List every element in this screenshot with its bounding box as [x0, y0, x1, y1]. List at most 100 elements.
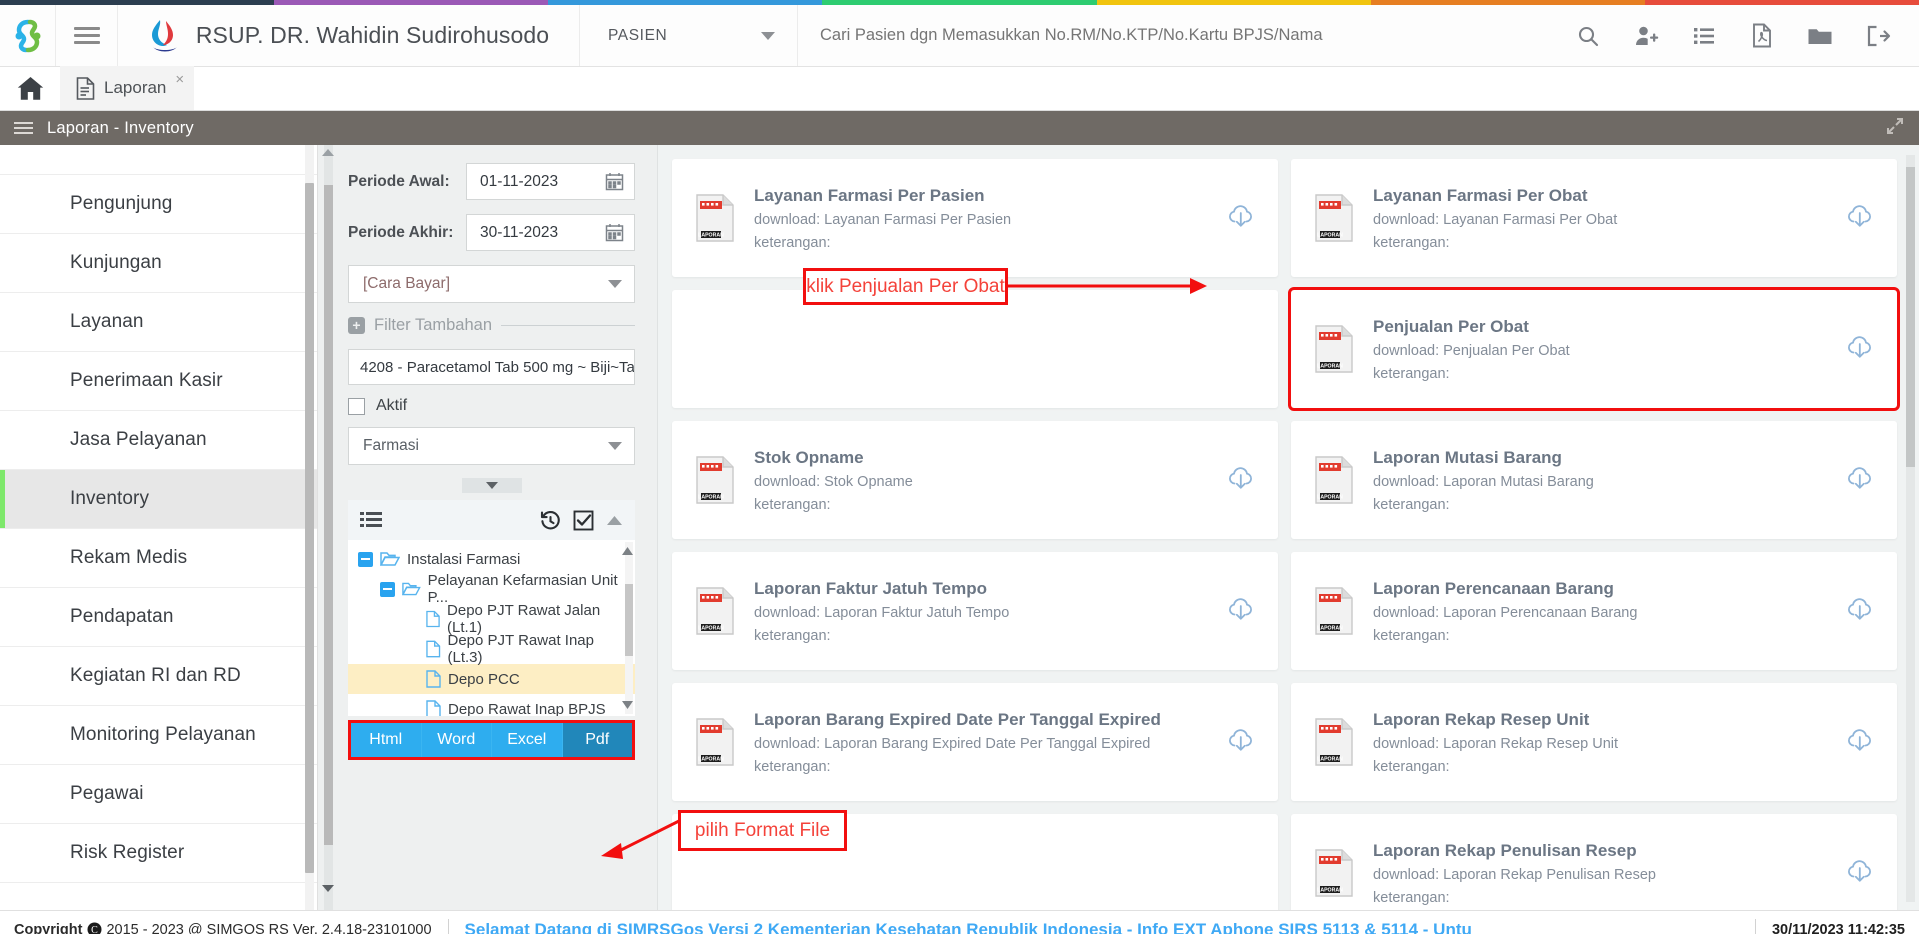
periode-awal-input[interactable]: 01-11-2023 [466, 163, 635, 200]
sidebar-item-jasa-pelayanan[interactable]: Jasa Pelayanan [0, 411, 317, 470]
format-button-html[interactable]: Html [351, 723, 422, 757]
periode-akhir-input[interactable]: 30-11-2023 [466, 214, 635, 251]
cloud-download-icon[interactable] [1845, 725, 1875, 755]
search-scope-select[interactable]: PASIEN [580, 5, 798, 66]
folder-open-icon [380, 551, 400, 567]
download-button[interactable] [1845, 332, 1875, 367]
download-button[interactable] [1845, 463, 1875, 498]
report-card-keterangan: keterangan: [754, 497, 1208, 513]
sidebar-item-rekam-medis[interactable]: Rekam Medis [0, 529, 317, 588]
app-logo[interactable] [0, 5, 56, 66]
sidebar-scrollbar-thumb[interactable] [305, 183, 314, 873]
filter-scrollbar-thumb[interactable] [324, 185, 333, 845]
sidebar-item-penerimaan-kasir[interactable]: Penerimaan Kasir [0, 352, 317, 411]
report-card[interactable]: LAPORANLaporan Faktur Jatuh Tempodownloa… [672, 552, 1278, 670]
report-card-download: download: Layanan Farmasi Per Pasien [754, 212, 1208, 228]
minus-square-icon[interactable] [380, 582, 395, 597]
download-button[interactable] [1845, 201, 1875, 236]
chevron-up-icon[interactable] [606, 514, 623, 526]
download-button[interactable] [1226, 594, 1256, 629]
tab-close-icon[interactable]: × [175, 71, 184, 88]
tree-scroll-down-icon[interactable] [622, 696, 633, 714]
cloud-download-icon[interactable] [1845, 332, 1875, 362]
report-card[interactable]: LAPORANStok Opnamedownload: Stok Opnamek… [672, 421, 1278, 539]
folder-icon[interactable] [1791, 5, 1849, 67]
download-button[interactable] [1845, 594, 1875, 629]
cloud-download-icon[interactable] [1845, 856, 1875, 886]
report-card[interactable]: LAPORANLaporan Barang Expired Date Per T… [672, 683, 1278, 801]
search-input[interactable] [820, 26, 1559, 45]
tree-node[interactable]: Depo PJT Rawat Jalan (Lt.1) [348, 604, 635, 634]
report-card-empty [672, 290, 1278, 408]
report-card[interactable]: LAPORANLayanan Farmasi Per Pasiendownloa… [672, 159, 1278, 277]
filter-collapse-toggle[interactable] [462, 478, 522, 493]
download-button[interactable] [1226, 201, 1256, 236]
cloud-download-icon[interactable] [1845, 594, 1875, 624]
cloud-download-icon[interactable] [1226, 201, 1256, 231]
check-square-icon[interactable] [573, 510, 594, 531]
tree-node[interactable]: Depo PCC [348, 664, 635, 694]
cloud-download-icon[interactable] [1226, 463, 1256, 493]
calendar-icon[interactable] [605, 172, 624, 191]
sidebar-item-monitoring-pelayanan[interactable]: Monitoring Pelayanan [0, 706, 317, 765]
cloud-download-icon[interactable] [1845, 201, 1875, 231]
report-card[interactable]: LAPORANLaporan Perencanaan Barangdownloa… [1291, 552, 1897, 670]
filter-scroll-up-icon[interactable] [322, 149, 334, 156]
format-button-excel[interactable]: Excel [492, 723, 563, 757]
list-icon[interactable] [1675, 5, 1733, 67]
sidebar-item-risk-register[interactable]: Risk Register [0, 824, 317, 883]
plus-square-icon[interactable]: + [348, 317, 365, 334]
search-icon[interactable] [1559, 5, 1617, 67]
tree-scrollbar-thumb[interactable] [625, 584, 633, 656]
download-button[interactable] [1845, 856, 1875, 891]
report-card[interactable]: LAPORANLaporan Rekap Resep Unitdownload:… [1291, 683, 1897, 801]
cara-bayar-select[interactable]: [Cara Bayar] [348, 265, 635, 303]
cloud-download-icon[interactable] [1845, 463, 1875, 493]
sidebar-item-kegiatan-ri-dan-rd[interactable]: Kegiatan RI dan RD [0, 647, 317, 706]
history-undo-icon[interactable] [540, 510, 561, 531]
report-card-download: download: Laporan Faktur Jatuh Tempo [754, 605, 1208, 621]
unit-select[interactable]: Farmasi [348, 427, 635, 465]
logout-icon[interactable] [1849, 5, 1907, 67]
pdf-file-icon[interactable] [1733, 5, 1791, 67]
report-card[interactable]: LAPORANPenjualan Per Obatdownload: Penju… [1291, 290, 1897, 408]
cloud-download-icon[interactable] [1226, 594, 1256, 624]
list-icon[interactable] [360, 511, 382, 529]
download-button[interactable] [1845, 725, 1875, 760]
minus-square-icon[interactable] [358, 552, 373, 567]
report-card-download: download: Stok Opname [754, 474, 1208, 490]
tree-node[interactable]: Instalasi Farmasi [348, 544, 635, 574]
sidebar-item-pegawai[interactable]: Pegawai [0, 765, 317, 824]
download-button[interactable] [1226, 725, 1256, 760]
filter-scroll-down-icon[interactable] [322, 885, 334, 892]
add-user-icon[interactable] [1617, 5, 1675, 67]
barang-input[interactable]: 4208 - Paracetamol Tab 500 mg ~ Biji~Tab… [348, 349, 635, 385]
format-button-pdf[interactable]: Pdf [563, 723, 633, 757]
report-scrollbar-thumb[interactable] [1906, 167, 1915, 467]
tree-node[interactable]: Pelayanan Kefarmasian Unit P... [348, 574, 635, 604]
tree-node[interactable]: Depo Rawat Inap BPJS [348, 694, 635, 716]
report-card[interactable]: LAPORANLaporan Mutasi Barangdownload: La… [1291, 421, 1897, 539]
tree-node[interactable]: Depo PJT Rawat Inap (Lt.3) [348, 634, 635, 664]
global-search[interactable] [798, 5, 1559, 66]
format-button-word[interactable]: Word [422, 723, 493, 757]
expand-icon[interactable] [1885, 116, 1905, 141]
report-card[interactable]: LAPORANLayanan Farmasi Per Obatdownload:… [1291, 159, 1897, 277]
calendar-icon[interactable] [605, 223, 624, 242]
sidebar-item-layanan[interactable]: Layanan [0, 293, 317, 352]
breadcrumb-menu-icon[interactable] [14, 119, 33, 137]
tree-scroll-up-icon[interactable] [622, 542, 633, 560]
download-button[interactable] [1226, 463, 1256, 498]
sidebar-item-pendapatan[interactable]: Pendapatan [0, 588, 317, 647]
aktif-checkbox[interactable]: Aktif [348, 397, 635, 415]
sidebar-item-pengunjung[interactable]: Pengunjung [0, 175, 317, 234]
cloud-download-icon[interactable] [1226, 725, 1256, 755]
sidebar-item-kunjungan[interactable]: Kunjungan [0, 234, 317, 293]
tab-laporan[interactable]: Laporan × [60, 66, 194, 110]
report-card[interactable]: LAPORANLaporan Rekap Penulisan Resepdown… [1291, 814, 1897, 910]
menu-toggle-button[interactable] [56, 5, 118, 66]
sidebar-item-inventory[interactable]: Inventory [0, 470, 317, 529]
report-card-text: Laporan Rekap Resep Unitdownload: Lapora… [1373, 710, 1827, 775]
laporan-document-icon: LAPORAN [694, 193, 736, 243]
home-tab[interactable] [0, 66, 60, 110]
